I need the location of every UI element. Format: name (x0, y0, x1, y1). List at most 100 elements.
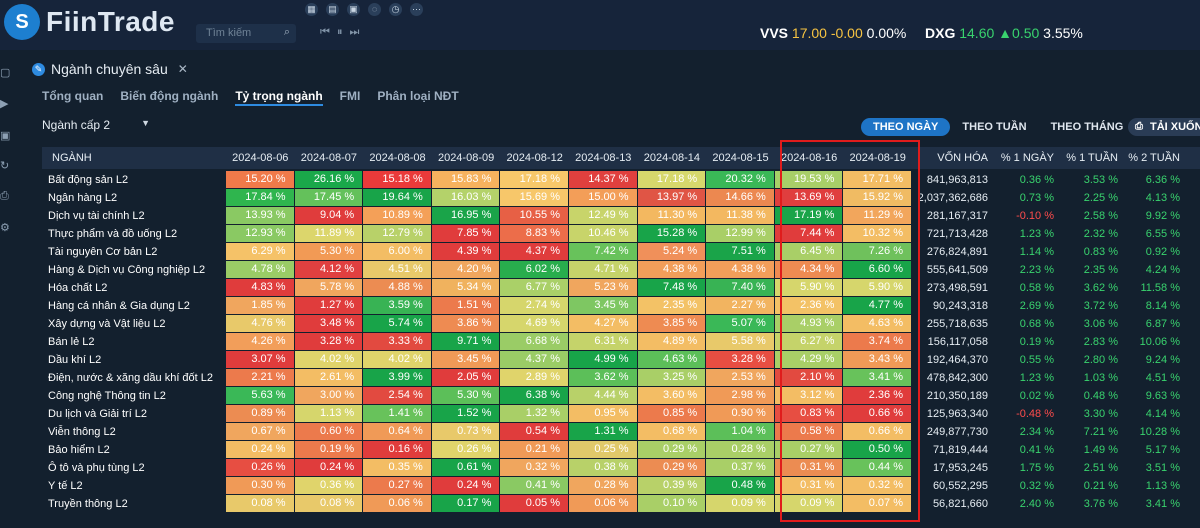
heatmap-cell[interactable]: 2.61 % (294, 369, 363, 386)
heatmap-cell[interactable]: 15.92 % (843, 189, 911, 206)
heatmap-cell[interactable]: 4.88 % (363, 279, 431, 296)
heatmap-cell[interactable]: 0.31 % (774, 459, 843, 476)
heatmap-cell[interactable]: 6.45 % (774, 243, 843, 260)
heatmap-cell[interactable]: 4.99 % (569, 351, 637, 368)
heatmap-cell[interactable]: 10.32 % (843, 225, 911, 242)
print-icon[interactable]: ⎙ (0, 190, 10, 202)
sector-name[interactable]: Viễn thông L2 (42, 423, 225, 441)
heatmap-cell[interactable]: 3.60 % (637, 387, 706, 404)
close-icon[interactable]: ✕ (178, 62, 188, 76)
sector-name[interactable]: Hàng cá nhân & Gia dụng L2 (42, 297, 225, 315)
heatmap-cell[interactable]: 5.30 % (294, 243, 363, 260)
heatmap-cell[interactable]: 2.35 % (637, 297, 706, 314)
heatmap-cell[interactable]: 2.98 % (706, 387, 774, 404)
chart-icon[interactable]: ▤ (326, 3, 339, 16)
header-change-1w[interactable]: % 1 TUẦN (1058, 147, 1122, 169)
heatmap-cell[interactable]: 4.71 % (569, 261, 637, 278)
heatmap-cell[interactable]: 0.29 % (637, 441, 706, 458)
heatmap-cell[interactable]: 5.30 % (431, 387, 500, 404)
heatmap-cell[interactable]: 7.26 % (843, 243, 911, 260)
heatmap-cell[interactable]: 17.84 % (226, 189, 294, 206)
sector-name[interactable]: Ô tô và phụ tùng L2 (42, 459, 225, 477)
heatmap-cell[interactable]: 3.07 % (226, 351, 294, 368)
tab-fmi[interactable]: FMI (340, 88, 361, 106)
refresh-icon[interactable]: ↻ (0, 160, 10, 172)
heatmap-cell[interactable]: 3.25 % (637, 369, 706, 386)
sector-name[interactable]: Bán lẻ L2 (42, 333, 225, 351)
heatmap-cell[interactable]: 11.30 % (637, 207, 706, 224)
heatmap-cell[interactable]: 15.00 % (569, 189, 637, 206)
period-monthly-button[interactable]: THEO THÁNG (1039, 118, 1136, 136)
sector-name[interactable]: Công nghệ Thông tin L2 (42, 387, 225, 405)
heatmap-cell[interactable]: 20.32 % (706, 171, 774, 188)
heatmap-cell[interactable]: 17.18 % (637, 171, 706, 188)
heatmap-cell[interactable]: 3.45 % (431, 351, 500, 368)
header-date[interactable]: 2024-08-07 (294, 147, 364, 169)
heatmap-cell[interactable]: 7.48 % (637, 279, 706, 296)
heatmap-cell[interactable]: 3.85 % (637, 315, 706, 332)
heatmap-cell[interactable]: 6.77 % (500, 279, 568, 296)
heatmap-cell[interactable]: 17.71 % (843, 171, 911, 188)
heatmap-cell[interactable]: 7.85 % (431, 225, 500, 242)
sector-name[interactable]: Dịch vụ tài chính L2 (42, 207, 225, 225)
heatmap-cell[interactable]: 2.05 % (431, 369, 500, 386)
heatmap-cell[interactable]: 0.16 % (363, 441, 431, 458)
heatmap-cell[interactable]: 4.20 % (431, 261, 500, 278)
heatmap-cell[interactable]: 2.21 % (226, 369, 294, 386)
header-date[interactable]: 2024-08-15 (706, 147, 775, 169)
sector-name[interactable]: Bất động sản L2 (42, 171, 225, 189)
heatmap-cell[interactable]: 2.54 % (363, 387, 431, 404)
heatmap-cell[interactable]: 4.78 % (226, 261, 294, 278)
heatmap-cell[interactable]: 7.40 % (706, 279, 774, 296)
sector-name[interactable]: Dầu khí L2 (42, 351, 225, 369)
heatmap-cell[interactable]: 6.00 % (363, 243, 431, 260)
heatmap-cell[interactable]: 3.00 % (294, 387, 363, 404)
heatmap-cell[interactable]: 12.99 % (706, 225, 774, 242)
heatmap-cell[interactable]: 6.68 % (500, 333, 568, 350)
sector-name[interactable]: Truyền thông L2 (42, 495, 225, 513)
header-change-2w[interactable]: % 2 TUẦN (1122, 147, 1200, 169)
heatmap-cell[interactable]: 0.27 % (363, 477, 431, 494)
heatmap-cell[interactable]: 4.51 % (363, 261, 431, 278)
heatmap-cell[interactable]: 3.45 % (569, 297, 637, 314)
heatmap-cell[interactable]: 12.49 % (569, 207, 637, 224)
heatmap-cell[interactable]: 0.83 % (774, 405, 843, 422)
video-icon[interactable]: ▶ (0, 98, 10, 110)
heatmap-cell[interactable]: 0.09 % (706, 495, 774, 512)
save-icon[interactable]: ▣ (0, 130, 10, 142)
clock-icon[interactable]: ◷ (389, 3, 402, 16)
heatmap-cell[interactable]: 5.74 % (363, 315, 431, 332)
heatmap-cell[interactable]: 6.60 % (843, 261, 911, 278)
heatmap-cell[interactable]: 7.42 % (569, 243, 637, 260)
sector-level-select[interactable]: Ngành cấp 2 ▼ (42, 116, 150, 134)
heatmap-cell[interactable]: 5.34 % (431, 279, 500, 296)
heatmap-cell[interactable]: 0.06 % (363, 495, 431, 512)
header-date[interactable]: 2024-08-13 (569, 147, 638, 169)
heatmap-cell[interactable]: 0.44 % (843, 459, 911, 476)
heatmap-cell[interactable]: 3.74 % (843, 333, 911, 350)
heatmap-cell[interactable]: 15.28 % (637, 225, 706, 242)
heatmap-cell[interactable]: 13.93 % (226, 207, 294, 224)
heatmap-cell[interactable]: 4.29 % (774, 351, 843, 368)
heatmap-cell[interactable]: 3.33 % (363, 333, 431, 350)
heatmap-cell[interactable]: 9.04 % (294, 207, 363, 224)
heatmap-cell[interactable]: 2.10 % (774, 369, 843, 386)
heatmap-cell[interactable]: 2.74 % (500, 297, 568, 314)
heatmap-cell[interactable]: 0.66 % (843, 423, 911, 440)
heatmap-cell[interactable]: 0.09 % (774, 495, 843, 512)
search-icon[interactable]: ⌕ (284, 26, 290, 39)
sector-name[interactable]: Điện, nước & xăng dầu khí đốt L2 (42, 369, 225, 387)
sector-name[interactable]: Bảo hiểm L2 (42, 441, 225, 459)
heatmap-cell[interactable]: 0.37 % (706, 459, 774, 476)
heatmap-cell[interactable]: 3.28 % (706, 351, 774, 368)
search-input[interactable]: Tìm kiếm (206, 27, 251, 39)
heatmap-cell[interactable]: 0.73 % (431, 423, 500, 440)
heatmap-cell[interactable]: 2.27 % (706, 297, 774, 314)
heatmap-cell[interactable]: 0.28 % (706, 441, 774, 458)
heatmap-cell[interactable]: 1.04 % (706, 423, 774, 440)
heatmap-cell[interactable]: 3.59 % (363, 297, 431, 314)
heatmap-cell[interactable]: 4.38 % (706, 261, 774, 278)
heatmap-cell[interactable]: 19.53 % (774, 171, 843, 188)
heatmap-cell[interactable]: 2.89 % (500, 369, 568, 386)
heatmap-cell[interactable]: 0.48 % (706, 477, 774, 494)
